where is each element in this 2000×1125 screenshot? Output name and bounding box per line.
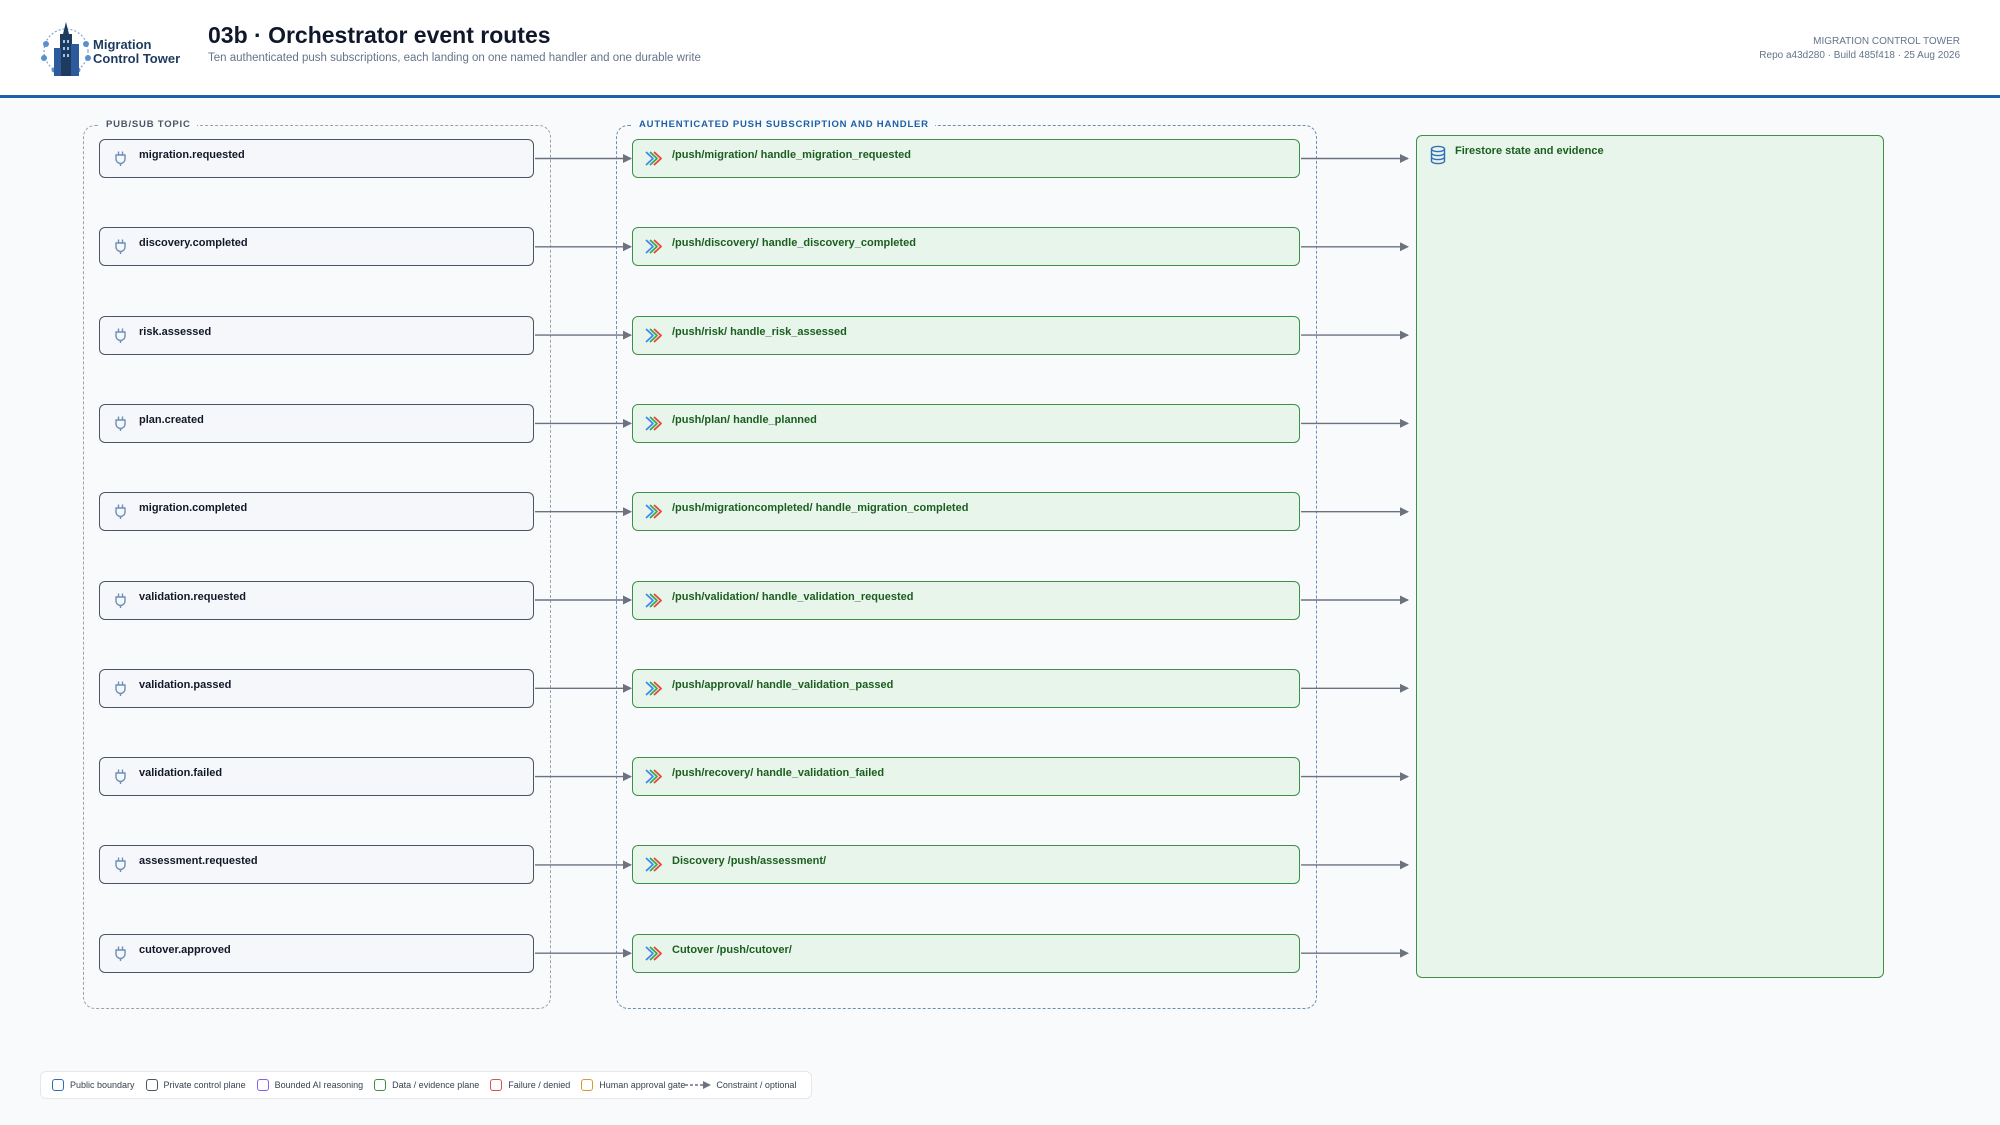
legend-item: Private control plane [145, 1079, 246, 1091]
topic-node[interactable]: migration.requested [99, 139, 534, 178]
cloud-run-icon [645, 239, 662, 254]
build-meta: MIGRATION CONTROL TOWER Repo a43d280 · B… [1759, 35, 1960, 63]
handler-label: Discovery /push/assessment/ [672, 855, 827, 868]
handler-label: /push/risk/ handle_risk_assessed [672, 325, 847, 338]
legend-swatch [256, 1079, 269, 1091]
pubsub-plug-icon [115, 151, 126, 166]
topic-label: migration.requested [139, 149, 245, 161]
logo-line-2: Control Tower [93, 51, 181, 66]
pubsub-plug-icon [115, 239, 126, 255]
handler-node[interactable]: /push/approval/ handle_validation_passed [632, 668, 1300, 708]
topic-label: plan.created [139, 413, 204, 426]
topic-node[interactable]: validation.passed [99, 668, 534, 708]
handler-node[interactable]: /push/discovery/ handle_discovery_comple… [632, 227, 1300, 267]
topic-node[interactable]: validation.requested [99, 580, 534, 620]
legend-swatch [145, 1079, 158, 1091]
pubsub-plug-icon [115, 857, 126, 873]
dashed-arrow-icon [685, 1081, 712, 1089]
legend-swatch [374, 1079, 387, 1091]
topic-node[interactable]: risk.assessed [99, 315, 534, 355]
handler-label: /push/recovery/ handle_validation_failed [672, 767, 885, 780]
firestore-store-label: Firestore state and evidence [1455, 145, 1604, 157]
legend-item: Human approval gate [581, 1079, 685, 1091]
pubsub-plug-icon [115, 593, 126, 608]
legend-label: Private control plane [163, 1080, 246, 1090]
topic-label: validation.requested [139, 590, 246, 603]
cloud-run-icon [645, 327, 662, 343]
meta-build: Repo a43d280 · Build 485f418 · 25 Aug 20… [1759, 50, 1960, 61]
control-tower-logo [41, 22, 91, 76]
pubsub-plug-icon [115, 946, 126, 961]
handler-label: /push/migrationcompleted/ handle_migrati… [672, 502, 969, 515]
legend-swatch [52, 1079, 64, 1091]
firestore-store-node[interactable]: Firestore state and evidence [1416, 135, 1884, 978]
cloud-run-icon [645, 946, 662, 961]
legend-item-constraint: Constraint / optional [685, 1080, 796, 1090]
push-subscription-group-label: AUTHENTICATED PUSH SUBSCRIPTION AND HAND… [633, 119, 935, 131]
cloud-run-icon [645, 769, 662, 784]
cloud-run-icon [645, 857, 662, 873]
cloud-run-icon [645, 151, 662, 166]
topic-label: validation.failed [139, 767, 223, 780]
topic-label: discovery.completed [139, 237, 248, 250]
database-icon [1430, 145, 1446, 165]
pubsub-plug-icon [115, 504, 126, 520]
topic-label: risk.assessed [139, 325, 212, 338]
cloud-run-icon [645, 681, 662, 696]
topic-label: cutover.approved [139, 943, 231, 956]
cloud-run-icon [645, 416, 662, 431]
handler-label: /push/migration/ handle_migration_reques… [672, 149, 911, 161]
legend-label: Public boundary [70, 1080, 135, 1090]
legend-item: Bounded AI reasoning [256, 1079, 364, 1091]
handler-node[interactable]: Discovery /push/assessment/ [632, 845, 1300, 885]
handler-node[interactable]: /push/recovery/ handle_validation_failed [632, 757, 1300, 797]
header-bar: Migration Control Tower 03b · Orchestrat… [0, 0, 2000, 98]
pubsub-topic-group-label: PUB/SUB TOPIC [100, 119, 197, 131]
topic-node[interactable]: plan.created [99, 403, 534, 443]
topic-label: assessment.requested [139, 855, 258, 868]
topic-node[interactable]: discovery.completed [99, 227, 534, 267]
handler-node[interactable]: /push/plan/ handle_planned [632, 403, 1300, 443]
legend-item: Failure / denied [490, 1079, 570, 1091]
legend-items: Public boundary Private control plane Boun… [52, 1079, 685, 1091]
legend-swatch [490, 1079, 503, 1091]
legend: Public boundary Private control plane Boun… [40, 1071, 812, 1099]
handler-label: /push/discovery/ handle_discovery_comple… [672, 237, 916, 250]
topic-label: validation.passed [139, 678, 232, 691]
cloud-run-icon [645, 592, 662, 608]
logo-line-1: Migration [93, 37, 152, 52]
topic-node[interactable]: assessment.requested [99, 845, 534, 885]
handler-label: /push/validation/ handle_validation_requ… [672, 590, 914, 603]
handler-label: /push/approval/ handle_validation_passed [672, 678, 894, 691]
meta-product: MIGRATION CONTROL TOWER [1813, 36, 1960, 47]
topic-node[interactable]: cutover.approved [99, 933, 534, 973]
legend-item: Data / evidence plane [374, 1079, 479, 1091]
legend-label: Bounded AI reasoning [274, 1080, 364, 1090]
legend-label: Human approval gate [599, 1080, 686, 1090]
handler-node[interactable]: /push/validation/ handle_validation_requ… [632, 580, 1300, 620]
topic-node[interactable]: migration.completed [99, 492, 534, 532]
legend-item: Public boundary [52, 1079, 135, 1091]
handler-node[interactable]: Cutover /push/cutover/ [632, 933, 1300, 973]
pubsub-plug-icon [115, 416, 126, 431]
handler-node[interactable]: /push/migration/ handle_migration_reques… [632, 139, 1300, 178]
handler-label: Cutover /push/cutover/ [672, 943, 792, 956]
logo-text: Migration Control Tower [93, 38, 180, 66]
pubsub-plug-icon [115, 769, 126, 785]
handler-label: /push/plan/ handle_planned [672, 413, 817, 426]
legend-swatch [581, 1079, 594, 1091]
legend-label: Data / evidence plane [392, 1080, 480, 1090]
legend-label-constraint: Constraint / optional [716, 1080, 797, 1090]
handler-node[interactable]: /push/migrationcompleted/ handle_migrati… [632, 492, 1300, 532]
topic-label: migration.completed [139, 502, 248, 515]
pubsub-plug-icon [115, 328, 126, 343]
page-subtitle: Ten authenticated push subscriptions, ea… [208, 52, 701, 64]
handler-node[interactable]: /push/risk/ handle_risk_assessed [632, 315, 1300, 355]
topic-node[interactable]: validation.failed [99, 757, 534, 797]
cloud-run-icon [645, 504, 662, 519]
page-title: 03b · Orchestrator event routes [208, 22, 551, 48]
pubsub-plug-icon [115, 681, 126, 696]
legend-label: Failure / denied [508, 1080, 571, 1090]
